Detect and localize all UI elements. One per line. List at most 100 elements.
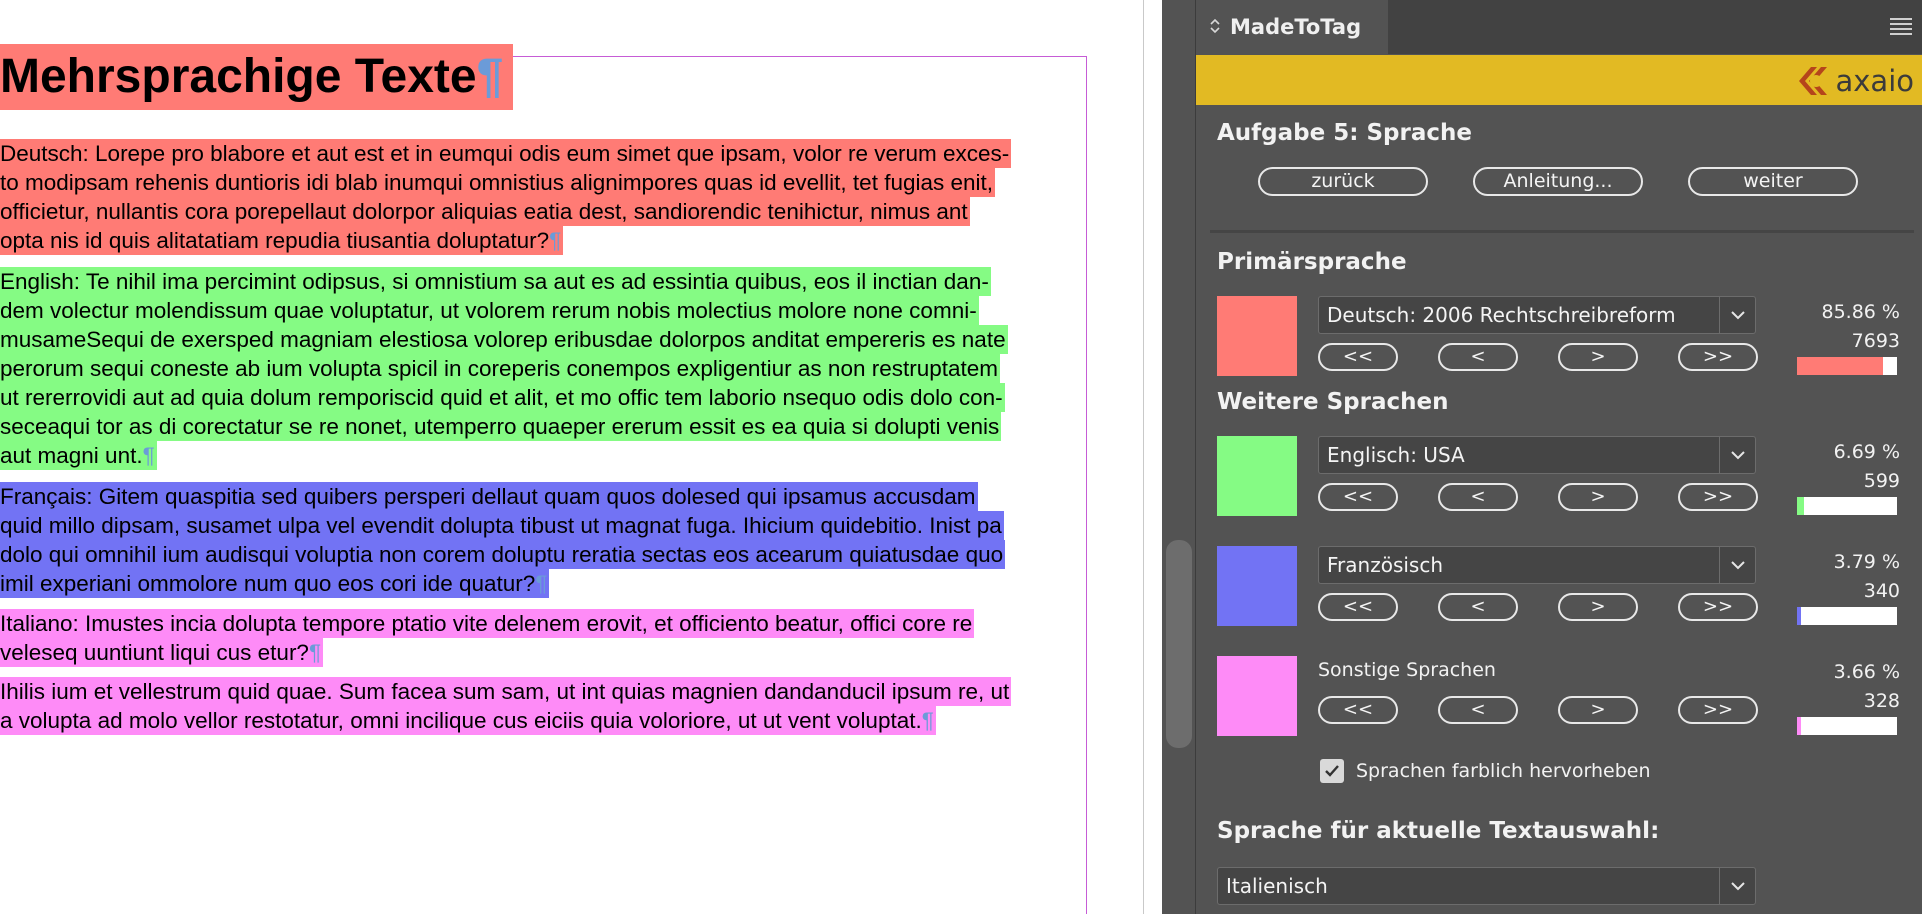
pilcrow-mark: ¶ xyxy=(308,640,322,665)
language-dropdown[interactable]: Englisch: USA xyxy=(1318,436,1756,474)
language-share-bar xyxy=(1797,717,1897,735)
scrollbar-thumb[interactable] xyxy=(1166,540,1192,748)
chevron-down-icon[interactable] xyxy=(1719,547,1755,583)
language-share-fill xyxy=(1797,607,1801,625)
language-color-swatch xyxy=(1217,656,1297,736)
text-line[interactable]: Ihilis ium et vellestrum quid quae. Sum … xyxy=(0,677,1012,706)
text-line[interactable]: musameSequi de exersped magniam elestios… xyxy=(0,325,1008,354)
language-dropdown-value: Französisch xyxy=(1327,553,1444,577)
first-button[interactable]: << xyxy=(1318,483,1398,511)
panel-tab[interactable]: MadeToTag xyxy=(1196,0,1388,54)
language-color-swatch xyxy=(1217,436,1297,516)
language-share-bar xyxy=(1797,357,1897,375)
madetotag-panel: MadeToTag axaio Aufgabe 5: Sprache zurüc… xyxy=(1196,0,1922,914)
back-button[interactable]: zurück xyxy=(1258,167,1428,196)
last-button[interactable]: >> xyxy=(1678,696,1758,724)
text-line[interactable]: to modipsam rehenis duntioris idi blab i… xyxy=(0,168,996,197)
text-line[interactable]: officietur, nullantis cora porepellaut d… xyxy=(0,197,970,226)
text-line-content: veleseq uuntiunt liqui cus etur? xyxy=(0,640,309,665)
language-color-swatch xyxy=(1217,296,1297,376)
task-heading: Aufgabe 5: Sprache xyxy=(1217,120,1472,146)
previous-button[interactable]: < xyxy=(1438,483,1518,511)
panel-menu-icon[interactable] xyxy=(1890,18,1912,36)
text-line[interactable]: ut rererrovidi aut ad quia dolum rempori… xyxy=(0,383,1005,412)
text-line-content: a volupta ad molo vellor restotatur, omn… xyxy=(0,708,922,733)
selection-language-heading: Sprache für aktuelle Textauswahl: xyxy=(1217,818,1660,844)
paragraph[interactable]: Deutsch: Lorepe pro blabore et aut est e… xyxy=(0,139,1090,255)
language-dropdown-value: Deutsch: 2006 Rechtschreibreform xyxy=(1327,303,1676,327)
guide-button[interactable]: Anleitung... xyxy=(1473,167,1643,196)
previous-button[interactable]: < xyxy=(1438,343,1518,371)
language-word-count: 7693 xyxy=(1851,330,1900,352)
text-line[interactable]: seceaqui tor as di corectatur se re none… xyxy=(0,412,1002,441)
language-word-count: 340 xyxy=(1863,580,1900,602)
first-button[interactable]: << xyxy=(1318,696,1398,724)
text-line[interactable]: Deutsch: Lorepe pro blabore et aut est e… xyxy=(0,139,1012,168)
previous-button[interactable]: < xyxy=(1438,696,1518,724)
language-percentage: 6.69 % xyxy=(1833,441,1900,463)
next-occurrence-button[interactable]: > xyxy=(1558,696,1638,724)
next-occurrence-button[interactable]: > xyxy=(1558,343,1638,371)
text-line[interactable]: a volupta ad molo vellor restotatur, omn… xyxy=(0,706,936,735)
text-line[interactable]: opta nis id quis alitatatiam repudia tiu… xyxy=(0,226,564,255)
brand-bar: axaio xyxy=(1196,55,1922,105)
text-line[interactable]: Français: Gitem quaspitia sed quibers pe… xyxy=(0,482,978,511)
paragraph[interactable]: Ihilis ium et vellestrum quid quae. Sum … xyxy=(0,677,1090,735)
pilcrow-mark: ¶ xyxy=(549,228,562,253)
chevron-down-icon[interactable] xyxy=(1719,437,1755,473)
pilcrow-mark: ¶ xyxy=(142,443,155,468)
axaio-logo-icon xyxy=(1799,67,1828,95)
document-page: Mehrsprachige Texte¶ Deutsch: Lorepe pro… xyxy=(0,0,1143,914)
highlight-languages-checkbox[interactable] xyxy=(1320,759,1344,783)
section-divider xyxy=(1210,230,1914,233)
last-button[interactable]: >> xyxy=(1678,593,1758,621)
last-button[interactable]: >> xyxy=(1678,343,1758,371)
brand-name: axaio xyxy=(1835,64,1914,98)
first-button[interactable]: << xyxy=(1318,593,1398,621)
previous-button[interactable]: < xyxy=(1438,593,1518,621)
language-dropdown-value: Englisch: USA xyxy=(1327,443,1465,467)
pilcrow-mark: ¶ xyxy=(921,708,934,733)
chevron-down-icon[interactable] xyxy=(1719,868,1755,904)
text-line[interactable]: English: Te nihil ima percimint odipsus,… xyxy=(0,267,991,296)
text-line-content: aut magni unt. xyxy=(0,443,143,468)
last-button[interactable]: >> xyxy=(1678,483,1758,511)
paragraph[interactable]: Italiano: Imustes incia dolupta tempore … xyxy=(0,609,1090,667)
next-occurrence-button[interactable]: > xyxy=(1558,593,1638,621)
pilcrow-mark: ¶ xyxy=(476,50,504,103)
selection-language-dropdown[interactable]: Italienisch xyxy=(1217,867,1756,905)
pasteboard-gap xyxy=(1144,0,1162,914)
highlight-languages-label[interactable]: Sprachen farblich hervorheben xyxy=(1356,759,1651,783)
first-button[interactable]: << xyxy=(1318,343,1398,371)
language-share-fill xyxy=(1797,497,1804,515)
further-languages-heading: Weitere Sprachen xyxy=(1217,389,1449,415)
panel-scrollbar[interactable] xyxy=(1162,0,1196,914)
primary-language-heading: Primärsprache xyxy=(1217,249,1407,275)
paragraph[interactable]: English: Te nihil ima percimint odipsus,… xyxy=(0,267,1090,470)
next-button[interactable]: weiter xyxy=(1688,167,1858,196)
language-word-count: 328 xyxy=(1863,690,1900,712)
other-languages-label: Sonstige Sprachen xyxy=(1318,659,1496,681)
language-percentage: 3.79 % xyxy=(1833,551,1900,573)
text-line[interactable]: dem volectur molendissum quae voluptatur… xyxy=(0,296,979,325)
language-percentage: 3.66 % xyxy=(1833,661,1900,683)
text-line[interactable]: Italiano: Imustes incia dolupta tempore … xyxy=(0,609,975,638)
paragraph[interactable]: Français: Gitem quaspitia sed quibers pe… xyxy=(0,482,1090,598)
text-line[interactable]: perorum sequi coneste ab ium volupta spi… xyxy=(0,354,1001,383)
text-line[interactable]: veleseq uuntiunt liqui cus etur?¶ xyxy=(0,638,324,667)
text-line[interactable]: quid millo dipsam, susamet ulpa vel even… xyxy=(0,511,1004,540)
language-word-count: 599 xyxy=(1863,470,1900,492)
text-line[interactable]: aut magni unt.¶ xyxy=(0,441,157,470)
panel-title: MadeToTag xyxy=(1230,15,1362,39)
document-title[interactable]: Mehrsprachige Texte¶ xyxy=(0,44,514,110)
next-occurrence-button[interactable]: > xyxy=(1558,483,1638,511)
language-dropdown[interactable]: Französisch xyxy=(1318,546,1756,584)
language-percentage: 85.86 % xyxy=(1821,301,1901,323)
language-dropdown[interactable]: Deutsch: 2006 Rechtschreibreform xyxy=(1318,296,1756,334)
text-line[interactable]: imil experiani ommolore num quo eos cori… xyxy=(0,569,550,598)
chevron-down-icon[interactable] xyxy=(1719,297,1755,333)
text-line[interactable]: dolo qui omnihil ium audisqui voluptia n… xyxy=(0,540,1006,569)
collapse-arrows-icon[interactable] xyxy=(1210,18,1220,37)
panel-tab-bar: MadeToTag xyxy=(1196,0,1922,54)
selection-language-value: Italienisch xyxy=(1226,874,1328,898)
